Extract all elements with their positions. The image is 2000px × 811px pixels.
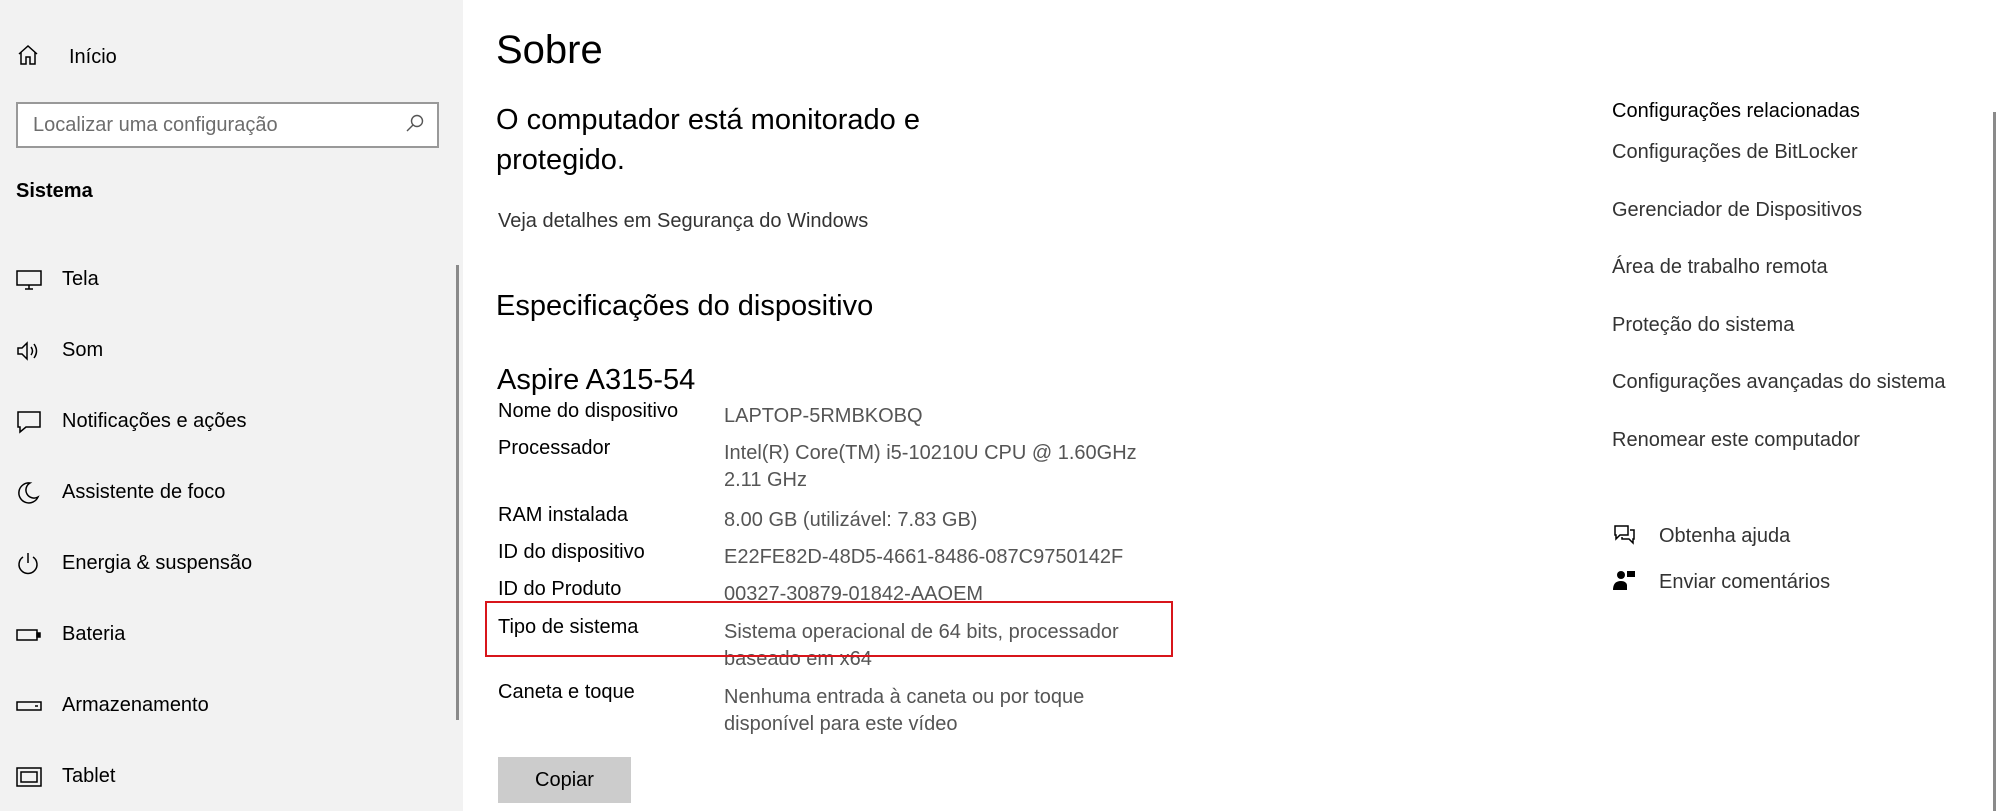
spec-key: Caneta e toque [498, 681, 635, 703]
related-settings-list: Configurações de BitLocker Gerenciador d… [1612, 138, 1946, 483]
device-manager-link[interactable]: Gerenciador de Dispositivos [1612, 196, 1946, 254]
power-icon [16, 550, 46, 578]
sidebar: Início Sistema Tela Som [0, 0, 463, 811]
spec-value: LAPTOP-5RMBKOBQ [724, 405, 923, 427]
sidebar-item-label: Armazenamento [62, 694, 209, 716]
spec-key: ID do Produto [498, 578, 622, 600]
main-scrollbar[interactable] [1993, 112, 1996, 811]
system-protection-link[interactable]: Proteção do sistema [1612, 311, 1946, 369]
spec-key: RAM instalada [498, 504, 629, 526]
get-help-label: Obtenha ajuda [1659, 524, 1791, 547]
spec-value: Nenhuma entrada à caneta ou por toque di… [724, 686, 1085, 735]
sidebar-item-tela[interactable]: Tela [0, 244, 455, 315]
sidebar-item-label: Tela [62, 268, 99, 290]
sidebar-item-label: Bateria [62, 623, 126, 645]
sidebar-scrollbar[interactable] [456, 265, 459, 720]
rename-computer-link[interactable]: Renomear este computador [1612, 426, 1946, 484]
spec-value: 8.00 GB (utilizável: 7.83 GB) [724, 509, 978, 531]
storage-icon [16, 692, 46, 720]
sidebar-item-energia[interactable]: Energia & suspensão [0, 528, 455, 599]
search-box[interactable] [16, 102, 439, 148]
sidebar-item-armazenamento[interactable]: Armazenamento [0, 670, 455, 741]
spec-value: Intel(R) Core(TM) i5-10210U CPU @ 1.60GH… [724, 442, 1137, 491]
specs-heading: Especificações do dispositivo [496, 290, 874, 322]
sidebar-item-tablet[interactable]: Tablet [0, 741, 455, 811]
advanced-system-settings-link[interactable]: Configurações avançadas do sistema [1612, 368, 1946, 426]
spec-value: E22FE82D-48D5-4661-8486-087C9750142F [724, 546, 1124, 568]
bitlocker-settings-link[interactable]: Configurações de BitLocker [1612, 138, 1946, 196]
spec-key: ID do dispositivo [498, 541, 645, 563]
sidebar-item-label: Energia & suspensão [62, 552, 253, 574]
sidebar-item-bateria[interactable]: Bateria [0, 599, 455, 670]
feedback-person-icon [1612, 568, 1636, 597]
remote-desktop-link[interactable]: Área de trabalho remota [1612, 253, 1946, 311]
related-settings-title: Configurações relacionadas [1612, 100, 1860, 122]
sidebar-item-label: Notificações e ações [62, 410, 247, 432]
moon-icon [16, 479, 46, 507]
copy-button[interactable]: Copiar [498, 757, 631, 803]
search-icon[interactable] [405, 113, 425, 138]
windows-security-link[interactable]: Veja detalhes em Segurança do Windows [498, 210, 868, 233]
home-nav-item[interactable]: Início [16, 40, 117, 74]
sidebar-item-label: Assistente de foco [62, 481, 226, 503]
tablet-icon [16, 763, 46, 791]
highlight-annotation-box [485, 601, 1173, 657]
page-title: Sobre [496, 28, 603, 72]
sidebar-item-label: Tablet [62, 765, 116, 787]
sidebar-item-label: Som [62, 339, 104, 361]
home-label: Início [69, 45, 117, 68]
sidebar-item-notificacoes[interactable]: Notificações e ações [0, 386, 455, 457]
search-input[interactable] [33, 113, 405, 137]
battery-icon [16, 621, 46, 649]
send-feedback-label: Enviar comentários [1659, 570, 1831, 593]
sidebar-item-assistente-de-foco[interactable]: Assistente de foco [0, 457, 455, 528]
home-icon [16, 43, 40, 72]
notifications-icon [16, 408, 46, 436]
protection-status: O computador está monitorado e protegido… [496, 104, 920, 176]
device-model: Aspire A315-54 [497, 364, 696, 396]
section-title: Sistema [16, 180, 93, 202]
send-feedback-link[interactable]: Enviar comentários [1612, 566, 1830, 598]
spec-key: Nome do dispositivo [498, 400, 679, 422]
sidebar-item-som[interactable]: Som [0, 315, 455, 386]
display-icon [16, 266, 46, 294]
spec-key: Processador [498, 437, 611, 459]
help-chat-icon [1612, 522, 1636, 551]
get-help-link[interactable]: Obtenha ajuda [1612, 520, 1790, 552]
speaker-icon [16, 337, 46, 365]
sidebar-nav: Tela Som Notificações e ações Assistente… [0, 244, 455, 811]
